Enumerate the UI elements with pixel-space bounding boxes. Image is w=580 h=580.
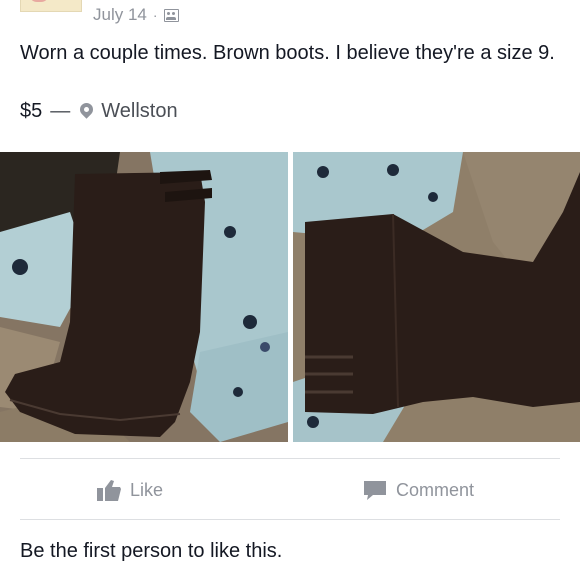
- boot-photo-left-image: [0, 152, 288, 442]
- meta-separator: ·: [152, 7, 158, 23]
- comment-icon: [364, 481, 386, 500]
- boot-photo-right-image: [293, 152, 580, 442]
- post-date[interactable]: July 14: [93, 5, 147, 25]
- map-pin-icon: [77, 99, 96, 119]
- audience-icon[interactable]: [163, 8, 179, 22]
- action-divider-top: [20, 458, 560, 459]
- sale-details: $5 — Wellston: [20, 98, 178, 124]
- location[interactable]: Wellston: [101, 100, 177, 123]
- boot-photo-right[interactable]: [293, 152, 580, 442]
- author-avatar[interactable]: [20, 0, 82, 12]
- comment-button[interactable]: Comment: [362, 472, 474, 508]
- like-label: Like: [130, 479, 164, 500]
- price-separator: —: [50, 99, 71, 122]
- post-meta: July 14 ·: [93, 4, 179, 26]
- post-text: Worn a couple times. Brown boots. I beli…: [20, 42, 555, 64]
- comment-label: Comment: [396, 479, 475, 500]
- like-button[interactable]: Like: [96, 472, 163, 508]
- price: $5: [20, 99, 43, 122]
- boot-photo-left[interactable]: [0, 152, 288, 442]
- likes-summary: Be the first person to like this.: [20, 540, 283, 562]
- action-divider-bottom: [20, 519, 560, 520]
- thumbs-up-icon: [97, 480, 121, 501]
